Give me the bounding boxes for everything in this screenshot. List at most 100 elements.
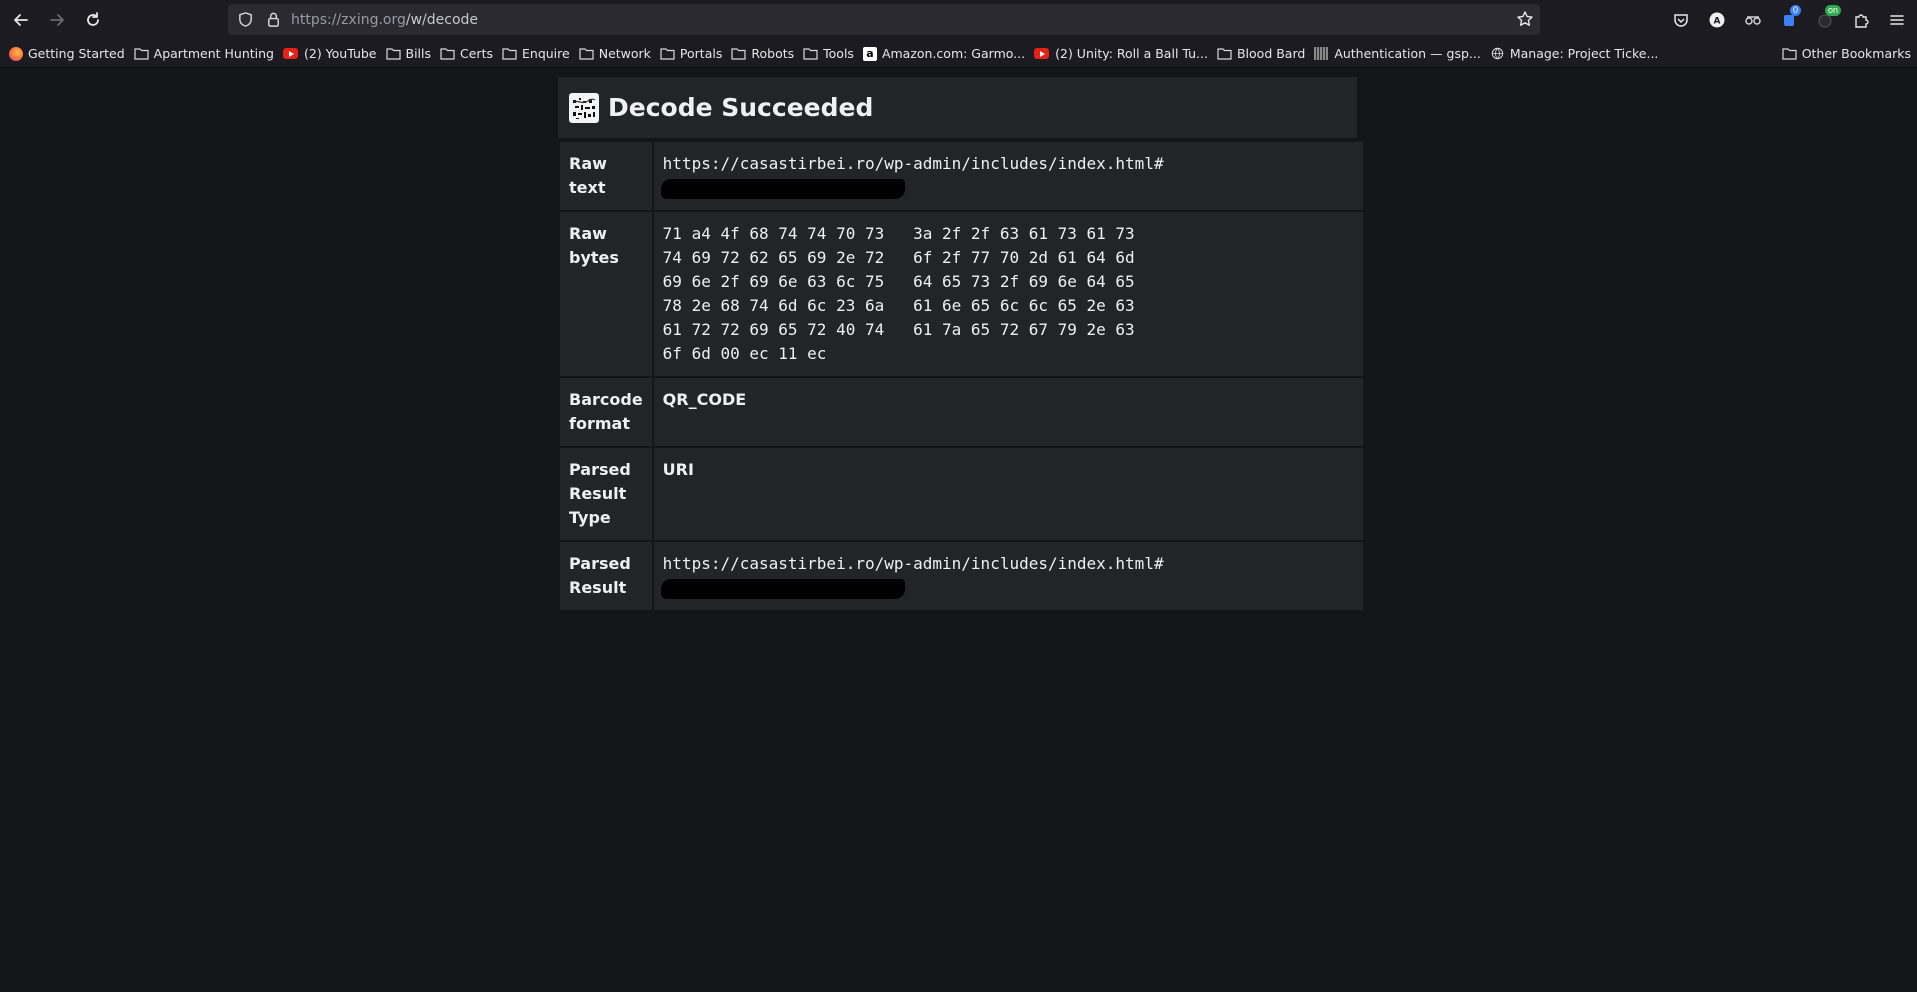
url-text[interactable]: https://zxing.org/w/decode (291, 12, 478, 28)
other-bookmarks[interactable]: Other Bookmarks (1782, 46, 1911, 61)
account-letter: A (1714, 17, 1721, 27)
bookmark-label: Amazon.com: Garmo... (881, 46, 1026, 61)
amazon-icon: a (862, 46, 877, 61)
folder-icon (579, 47, 599, 60)
raw-bytes-value: 71 a4 4f 68 74 74 70 73 3a 2f 2f 63 61 7… (651, 210, 1366, 378)
globe-icon (1490, 47, 1510, 60)
raw-bytes: 71 a4 4f 68 74 74 70 73 3a 2f 2f 63 61 7… (662, 224, 1135, 363)
bookmark-label: Getting Started (28, 46, 125, 61)
table-row-parsed-result: Parsed Result https://casastirbei.ro/wp-a… (558, 540, 1366, 612)
glasses-icon (1745, 16, 1761, 25)
folder-icon (502, 47, 522, 60)
folder-icon (660, 47, 680, 60)
bookmark-item[interactable]: Manage: Project Ticke... (1490, 46, 1659, 61)
raw-text-value: https://casastirbei.ro/wp-admin/includes… (651, 140, 1366, 212)
firefox-icon (9, 46, 23, 61)
folder-icon (385, 47, 406, 60)
counter-extension-button[interactable]: 0 (1771, 2, 1807, 38)
bookmark-item[interactable]: Bills (385, 46, 432, 61)
row-label: Barcode format (558, 376, 654, 448)
reload-icon (87, 12, 99, 26)
bookmark-label: Certs (460, 46, 493, 61)
counter-badge: 0 (1789, 5, 1801, 16)
row-label: Parsed Result (558, 540, 654, 612)
bookmark-item[interactable]: Getting Started (9, 46, 125, 61)
bookmark-label: Blood Bard (1236, 46, 1306, 61)
url-path: /w/decode (405, 11, 479, 28)
back-button[interactable] (3, 2, 39, 38)
row-label: Parsed Result Type (558, 446, 654, 542)
bookmark-label: Robots (751, 46, 795, 61)
bookmark-item[interactable]: Enquire (502, 46, 570, 61)
folder-icon (440, 47, 460, 60)
bookmarks-bar: Getting Started Apartment Hunting (2) YouT… (0, 40, 1917, 68)
page-title: Decode Succeeded (608, 93, 874, 122)
bookmark-label: Network (598, 46, 651, 61)
bookmark-item[interactable]: Blood Bard (1217, 46, 1305, 61)
pocket-button[interactable] (1663, 2, 1699, 38)
youtube-icon (282, 48, 298, 59)
url-host: https://zxing.org (291, 11, 406, 28)
auth-icon (1314, 47, 1329, 60)
bookmark-item[interactable]: a Amazon.com: Garmo... (862, 46, 1026, 61)
bookmark-item[interactable]: (2) Unity: Roll a Ball Tu... (1034, 46, 1208, 61)
bookmark-label: (2) YouTube (303, 46, 377, 61)
folder-icon (803, 47, 823, 60)
bookmark-item[interactable]: (2) YouTube (282, 46, 377, 61)
bookmark-label: Apartment Hunting (153, 46, 274, 61)
folder-icon (134, 47, 154, 60)
bookmark-item[interactable]: Certs (440, 46, 493, 61)
extensions-button[interactable] (1843, 2, 1879, 38)
redaction-mark (660, 578, 905, 599)
browser-toolbar: https://zxing.org/w/decode A 0 on (0, 0, 1917, 40)
bookmark-label: Tools (823, 46, 854, 61)
toggle-extension-button[interactable]: on (1807, 2, 1843, 38)
bookmark-item[interactable]: Tools (803, 46, 854, 61)
raw-text: https://casastirbei.ro/wp-admin/includes… (662, 154, 1164, 173)
bookmark-label: Portals (679, 46, 723, 61)
parsed-result: https://casastirbei.ro/wp-admin/includes… (662, 554, 1164, 573)
account-circle-icon: A (1709, 12, 1725, 28)
bookmark-label: Authentication — gsp... (1334, 46, 1481, 61)
bookmark-label: Enquire (522, 46, 570, 61)
arrow-left-icon (14, 14, 28, 26)
row-label: Raw text (558, 140, 654, 212)
bookmark-label: (2) Unity: Roll a Ball Tu... (1055, 46, 1208, 61)
other-bookmarks-label: Other Bookmarks (1801, 46, 1911, 61)
bookmark-item[interactable]: Network (579, 46, 651, 61)
pocket-icon (1674, 14, 1688, 27)
bookmark-item[interactable]: Portals (660, 46, 722, 61)
bookmark-label: Manage: Project Ticke... (1509, 46, 1659, 61)
youtube-icon (1034, 48, 1050, 59)
bookmark-item[interactable]: Authentication — gsp... (1314, 46, 1481, 61)
decode-result-table: Raw text https://casastirbei.ro/wp-admin/… (558, 140, 1366, 612)
bookmark-label: Bills (405, 46, 432, 61)
bookmark-item[interactable]: Apartment Hunting (134, 46, 274, 61)
hamburger-icon (1890, 15, 1904, 25)
menu-button[interactable] (1879, 2, 1915, 38)
folder-icon (1782, 48, 1797, 60)
table-row-barcode-format: Barcode format QR_CODE (558, 376, 1366, 448)
forward-button[interactable] (39, 2, 75, 38)
parsed-result-value: https://casastirbei.ro/wp-admin/includes… (651, 540, 1366, 612)
page-header: Decode Succeeded (558, 77, 1357, 138)
lock-icon[interactable] (259, 11, 287, 28)
zebra-barcode-icon (570, 93, 598, 122)
row-label: Raw bytes (558, 210, 654, 378)
bookmark-star-icon[interactable] (1516, 10, 1534, 28)
arrow-right-icon (50, 14, 64, 26)
table-row-raw-bytes: Raw bytes 71 a4 4f 68 74 74 70 73 3a 2f 2… (558, 210, 1366, 378)
account-extension-button[interactable]: A (1699, 2, 1735, 38)
toggle-badge: on (1824, 5, 1841, 16)
folder-icon (1217, 47, 1237, 60)
barcode-format-value: QR_CODE (651, 376, 1366, 448)
bookmark-item[interactable]: Robots (731, 46, 794, 61)
tracking-protection-icon[interactable] (231, 11, 259, 28)
parsed-result-type-value: URI (651, 446, 1366, 542)
spy-extension-button[interactable] (1735, 2, 1771, 38)
reload-button[interactable] (75, 2, 111, 38)
url-bar[interactable]: https://zxing.org/w/decode (228, 4, 1540, 35)
puzzle-icon (1855, 14, 1869, 28)
redaction-mark (660, 178, 905, 199)
table-row-raw-text: Raw text https://casastirbei.ro/wp-admin/… (558, 140, 1366, 212)
